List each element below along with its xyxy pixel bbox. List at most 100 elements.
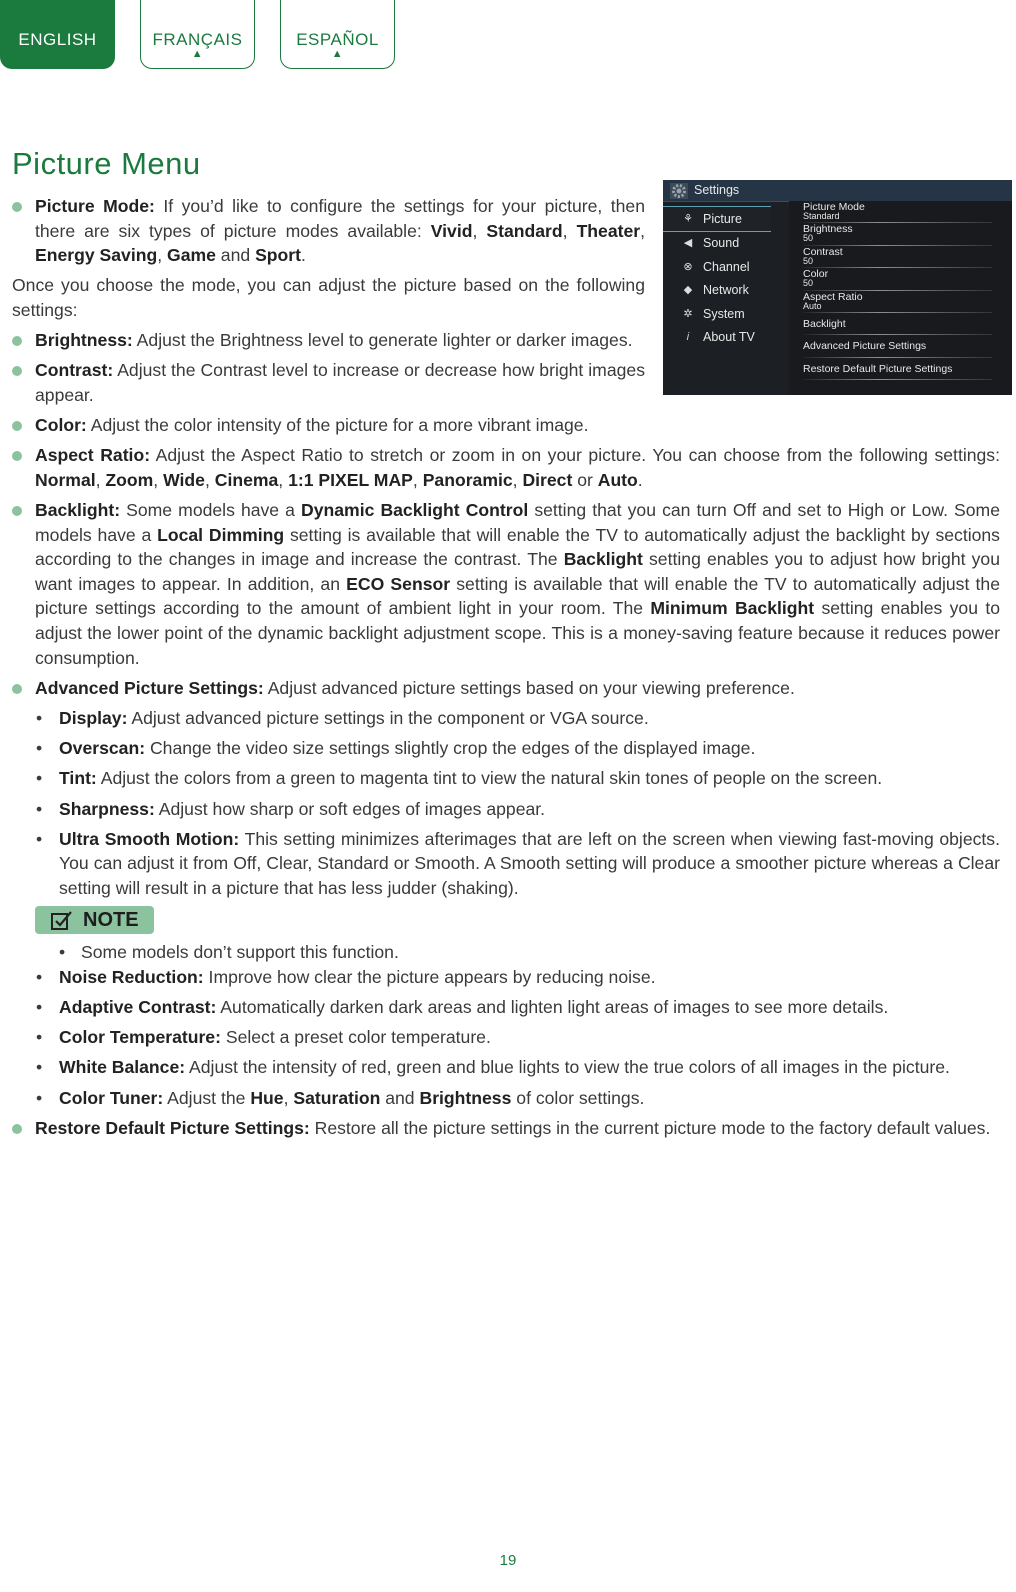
bold-term: Normal (35, 469, 96, 490)
bullet-icon: • (36, 828, 43, 849)
bullet-icon: • (36, 1087, 43, 1108)
bullet-icon: • (36, 768, 43, 789)
note-label: NOTE (83, 908, 139, 931)
bold-term: Ultra Smooth Motion: (59, 828, 240, 849)
bold-term: Panoramic (422, 469, 513, 490)
tab-label: FRANÇAIS (152, 30, 243, 49)
bold-term: Game (167, 245, 216, 266)
bullet-icon: • (36, 966, 43, 987)
bold-term: 1:1 PIXEL MAP (288, 469, 413, 490)
bold-term: Vivid (430, 220, 473, 241)
bold-term: Brightness: (35, 330, 133, 351)
bold-term: Cinema (214, 469, 279, 490)
list-item: Brightness: Adjust the Brightness level … (12, 328, 1000, 353)
text: , (278, 469, 289, 490)
bold-term: Picture Mode: (35, 196, 155, 216)
list-item: • Sharpness: Adjust how sharp or soft edg… (12, 797, 1000, 822)
list-item: • Adaptive Contrast: Automatically darken… (12, 995, 1000, 1020)
text: Some models have a (120, 500, 302, 521)
bold-term: Wide (163, 469, 205, 490)
text: , (412, 469, 423, 490)
list-item: Backlight: Some models have a Dynamic Ba… (12, 498, 1000, 670)
bold-term: Dynamic Backlight Control (301, 500, 529, 521)
text: Adjust the (163, 1087, 251, 1108)
bullet-icon: • (36, 996, 43, 1017)
text: of color settings. (511, 1087, 645, 1108)
text: Once you choose the mode, you can adjust… (12, 275, 645, 320)
text: . (637, 469, 643, 490)
text: Change the video size settings slightly … (145, 738, 756, 759)
text: . (301, 245, 306, 266)
text: , (157, 245, 168, 266)
green-circle-bullet-icon (12, 506, 22, 517)
page-title: Picture Menu (12, 146, 201, 181)
text: Adjust the Contrast level to increase or… (35, 360, 645, 405)
list-item: • White Balance: Adjust the intensity of … (12, 1055, 1000, 1080)
green-circle-bullet-icon (12, 683, 22, 694)
text: Adjust how sharp or soft edges of images… (154, 798, 546, 819)
list-item: Restore Default Picture Settings: Restor… (12, 1116, 1000, 1141)
bold-term: ECO Sensor (346, 573, 451, 594)
bullet-icon: • (36, 1027, 43, 1048)
list-item: Picture Mode: If you’d like to configure… (12, 194, 1000, 268)
tab-english[interactable]: ENGLISH (0, 0, 115, 69)
bold-term: Sharpness: (59, 798, 155, 819)
bold-term: Hue (250, 1087, 284, 1108)
list-item: Contrast: Adjust the Contrast level to i… (12, 358, 1000, 407)
body-text: Settings ⚘ Picture ◀ Sound ⊗ Channel ◆ Network ✲… (12, 180, 1012, 1146)
bullet-icon: • (36, 708, 43, 729)
list-item: • Ultra Smooth Motion: This setting minim… (12, 827, 1000, 901)
text: Adjust the colors from a green to magent… (96, 768, 883, 789)
list-item: • Tint: Adjust the colors from a green to… (12, 766, 1000, 791)
text: Adjust the Brightness level to generate … (132, 330, 633, 351)
list-item: • Display: Adjust advanced picture settin… (12, 706, 1000, 731)
text: , (512, 469, 523, 490)
text: and (215, 245, 256, 266)
bold-term: Advanced Picture Settings: (35, 677, 264, 698)
text: Some models don’t support this function. (81, 942, 399, 963)
text: , (95, 469, 106, 490)
text: , (472, 220, 487, 241)
text: and (380, 1087, 420, 1108)
list-item: • Some models don’t support this function… (12, 940, 1000, 965)
bold-term: Noise Reduction: (59, 966, 204, 987)
bold-term: Color Tuner: (59, 1087, 164, 1108)
bold-term: Color Temperature: (59, 1027, 221, 1048)
text: Restore all the picture settings in the … (309, 1117, 991, 1138)
checkbox-note-icon (51, 911, 72, 931)
bold-term: Saturation (293, 1087, 381, 1108)
bold-term: Local Dimming (157, 524, 285, 545)
bold-term: Energy Saving (35, 245, 158, 266)
note-badge: NOTE (35, 906, 154, 935)
green-circle-bullet-icon (12, 451, 22, 462)
text: , (640, 220, 646, 241)
bold-term: Direct (522, 469, 573, 490)
bullet-icon: • (36, 738, 43, 759)
tab-label: ENGLISH (18, 30, 97, 49)
text: , (153, 469, 164, 490)
bullet-icon: • (36, 798, 43, 819)
text: , (283, 1087, 294, 1108)
bold-term: Display: (59, 708, 128, 729)
tab-espanol[interactable]: ESPAÑOL ▲ (280, 0, 395, 69)
bold-term: Backlight (563, 549, 643, 570)
bold-term: Theater (576, 220, 641, 241)
list-item: • Color Tuner: Adjust the Hue, Saturation… (12, 1086, 1000, 1111)
bold-term: Sport (255, 245, 301, 266)
list-item: Color: Adjust the color intensity of the… (12, 413, 1000, 438)
list-item: • Overscan: Change the video size setting… (12, 736, 1000, 761)
bold-term: Restore Default Picture Settings: (35, 1117, 310, 1138)
list-item: Aspect Ratio: Adjust the Aspect Ratio to… (12, 443, 1000, 492)
tab-francais[interactable]: FRANÇAIS ▲ (140, 0, 255, 69)
text: or (572, 469, 598, 490)
page-number: 19 (499, 1552, 517, 1569)
green-circle-bullet-icon (12, 366, 22, 377)
text: Adjust the intensity of red, green and b… (185, 1057, 950, 1078)
green-circle-bullet-icon (12, 202, 22, 212)
bold-term: Zoom (105, 469, 154, 490)
text: , (562, 220, 577, 241)
bold-term: Overscan: (59, 738, 146, 759)
text: Adjust the Aspect Ratio to stretch or zo… (150, 445, 1000, 466)
bold-term: Color: (35, 415, 87, 436)
tab-label: ESPAÑOL (296, 30, 379, 49)
